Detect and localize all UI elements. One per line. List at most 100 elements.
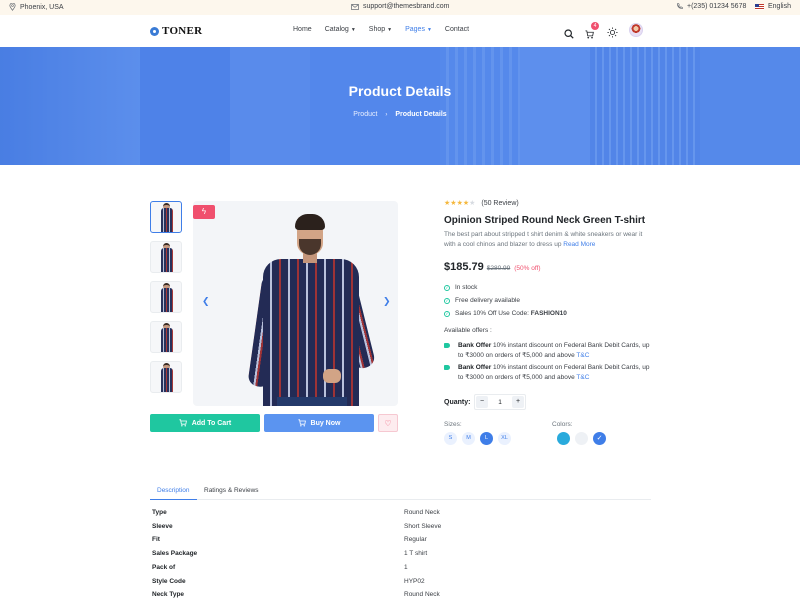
nav-home-label[interactable]: Home (293, 26, 312, 33)
spec-value: Round Neck (404, 591, 440, 598)
language-selector[interactable]: English (755, 3, 791, 10)
spec-row: Style Code HYP02 (150, 575, 651, 589)
chevron-down-icon: ▼ (350, 27, 356, 33)
review-count[interactable]: (50 Review) (481, 200, 518, 207)
product-thumbnail-2[interactable] (150, 241, 182, 273)
nav-catalog-label[interactable]: Catalog (325, 26, 349, 33)
quantity-stepper[interactable]: − 1 + (474, 394, 526, 410)
feature-text: In stock (455, 284, 478, 291)
brand-logo[interactable]: TONER (150, 25, 202, 37)
add-to-cart-button[interactable]: Add To Cart (150, 414, 260, 432)
feature-coupon: ✓ Sales 10% Off Use Code: FASHION10 (444, 310, 567, 317)
spec-value: Short Sleeve (404, 523, 442, 530)
product-main-image: ϟ ❮ ❯ (193, 201, 398, 406)
tab-ratings-reviews[interactable]: Ratings & Reviews (204, 487, 259, 494)
quantity-value[interactable]: 1 (498, 399, 502, 406)
product-thumbnail-4[interactable] (150, 321, 182, 353)
read-more-link[interactable]: Read More (563, 241, 595, 248)
spec-row: Sleeve Short Sleeve (150, 520, 651, 534)
phone[interactable]: +(235) 01234 5678 (676, 3, 746, 10)
color-option-blue[interactable] (557, 432, 570, 445)
location: Phoenix, USA (9, 3, 64, 11)
check-circle-icon: ✓ (444, 310, 450, 317)
topbar: Phoenix, USA support@themesbrand.com +(2… (0, 0, 800, 15)
language-text[interactable]: English (768, 3, 791, 10)
add-to-cart-label[interactable]: Add To Cart (192, 420, 232, 427)
spec-key: Sleeve (152, 523, 173, 530)
main-menu: Home Catalog ▼ Shop ▼ Pages ▼ Contact (293, 26, 482, 33)
product-price: $185.79 $280.99 (50% off) (444, 261, 541, 273)
nav-catalog[interactable]: Catalog ▼ (325, 26, 356, 33)
quantity-decrease-button[interactable]: − (476, 396, 488, 408)
chevron-left-icon[interactable]: ❮ (202, 296, 210, 307)
nav-contact-label[interactable]: Contact (445, 26, 469, 33)
nav-shop-label[interactable]: Shop (369, 26, 385, 33)
product-thumbnail-5[interactable] (150, 361, 182, 393)
color-option-light[interactable] (575, 432, 588, 445)
size-option-s[interactable]: S (444, 432, 457, 445)
description-text: The best part about stripped t shirt den… (444, 231, 643, 248)
size-option-m[interactable]: M (462, 432, 475, 445)
check-icon: ✓ (596, 435, 603, 442)
wishlist-button[interactable]: ♡ (378, 414, 398, 432)
nav-shop[interactable]: Shop ▼ (369, 26, 392, 33)
product-title: Opinion Striped Round Neck Green T-shirt (444, 215, 646, 226)
tc-link[interactable]: T&C (576, 352, 589, 359)
sun-icon (607, 27, 618, 38)
theme-toggle[interactable] (607, 25, 618, 43)
buy-now-button[interactable]: Buy Now (264, 414, 374, 432)
spec-value: 1 T shirt (404, 550, 428, 557)
phone-text[interactable]: +(235) 01234 5678 (687, 3, 746, 10)
current-price: $185.79 (444, 261, 484, 273)
product-tabs: Description Ratings & Reviews (150, 484, 651, 500)
tag-icon (444, 343, 450, 348)
chevron-right-icon[interactable]: ❯ (383, 296, 391, 307)
offer-title: Bank Offer (458, 364, 492, 371)
spec-value: HYP02 (404, 578, 425, 585)
brand-name[interactable]: TONER (162, 25, 202, 37)
offers-title: Available offers : (444, 327, 492, 334)
offer-item: Bank Offer 10% instant discount on Feder… (444, 341, 654, 361)
star-half-icon: ★ (469, 200, 476, 207)
spec-row: Sales Package 1 T shirt (150, 547, 651, 561)
check-circle-icon: ✓ (444, 284, 450, 291)
size-option-l[interactable]: L (480, 432, 493, 445)
product-thumbnail-1[interactable] (150, 201, 182, 233)
email-text[interactable]: support@themesbrand.com (363, 3, 449, 10)
mail-icon (351, 3, 359, 10)
tab-description[interactable]: Description (157, 487, 190, 494)
support-email[interactable]: support@themesbrand.com (351, 3, 449, 10)
quantity-label: Quanty: (444, 399, 471, 406)
cart-count-badge: 4 (591, 22, 599, 30)
product-thumbnail-3[interactable] (150, 281, 182, 313)
nav-pages[interactable]: Pages ▼ (405, 26, 432, 33)
offer-title: Bank Offer (458, 342, 492, 349)
tc-link[interactable]: T&C (576, 374, 589, 381)
spec-key: Type (152, 509, 167, 516)
spec-key: Neck Type (152, 591, 185, 598)
feature-in-stock: ✓ In stock (444, 284, 477, 291)
nav-contact[interactable]: Contact (445, 26, 469, 33)
phone-icon (677, 3, 683, 10)
feature-text: Free delivery available (455, 297, 521, 304)
color-option-selected[interactable]: ✓ (593, 432, 606, 445)
cart-button[interactable]: 4 (585, 22, 599, 44)
spec-key: Sales Package (152, 550, 198, 557)
nav-home[interactable]: Home (293, 26, 312, 33)
buy-now-label[interactable]: Buy Now (311, 420, 341, 427)
page-title: Product Details (348, 83, 452, 99)
coupon-prefix: Sales 10% Off Use Code: (455, 310, 531, 317)
avatar[interactable] (629, 23, 643, 37)
user-menu[interactable] (629, 23, 643, 37)
nav-pages-label[interactable]: Pages (405, 26, 425, 33)
size-option-xl[interactable]: XL (498, 432, 511, 445)
page-hero: Product Details Product › Product Detail… (0, 47, 800, 165)
spec-value: Regular (404, 536, 427, 543)
logo-icon (150, 26, 159, 36)
spec-key: Fit (152, 536, 160, 543)
search-button[interactable] (564, 26, 574, 44)
breadcrumb: Product › Product Details (0, 111, 800, 118)
quantity-increase-button[interactable]: + (512, 396, 524, 408)
breadcrumb-product[interactable]: Product (353, 111, 377, 118)
product-description: The best part about stripped t shirt den… (444, 230, 654, 250)
